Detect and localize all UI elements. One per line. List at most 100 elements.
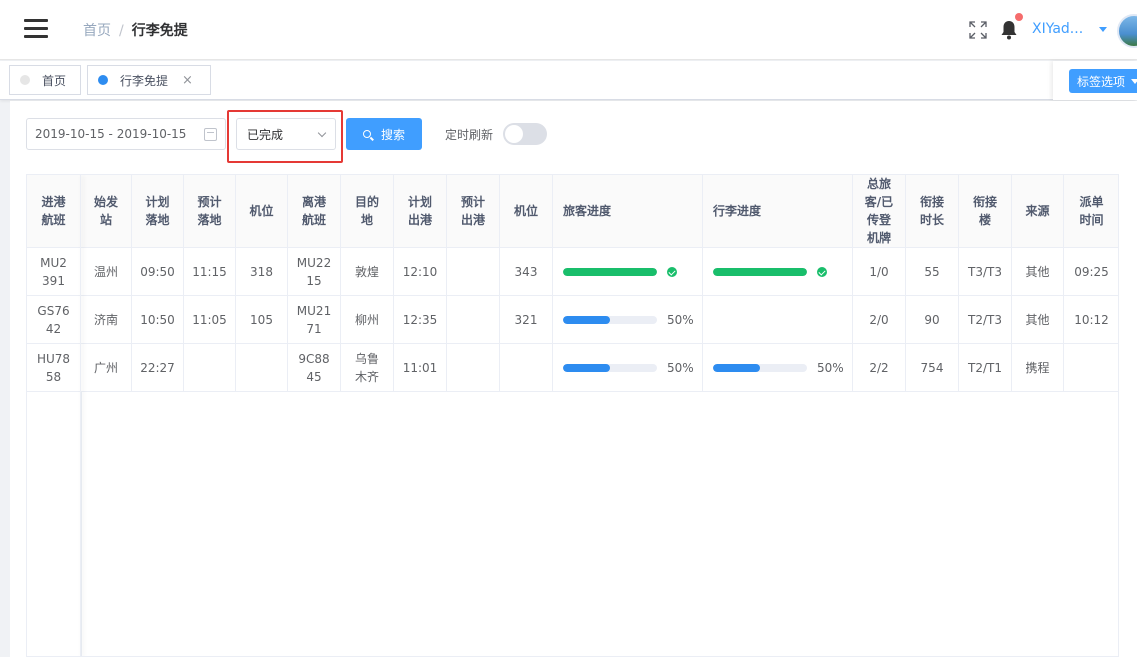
fullscreen-icon[interactable] xyxy=(968,20,988,40)
timer-refresh-switch[interactable] xyxy=(503,123,547,145)
cell-text: 12:35 xyxy=(402,312,438,327)
cell-text: 11:05 xyxy=(192,312,227,327)
cell-text: 其他 xyxy=(1025,264,1050,279)
cell-destination: 敦煌 xyxy=(341,248,394,296)
cell-dispatch-time: 09:25 xyxy=(1064,248,1118,296)
cell-text: HU78 58 xyxy=(36,351,71,384)
cell-text: 10:50 xyxy=(140,312,175,327)
cell-plan-land: 22:27 xyxy=(132,344,184,392)
progress-bar xyxy=(563,363,657,372)
username[interactable]: XIYad... xyxy=(1032,21,1083,37)
cell-text: 计划 出港 xyxy=(407,195,432,227)
cell-text: 携程 xyxy=(1025,360,1050,375)
flight-table: 进港 航班 始发 站 计划 落地 预计 落地 机位 离港 航班 目的 地 计划 出港 预计 出港… xyxy=(26,174,1119,657)
tab-dot-icon xyxy=(98,75,108,85)
status-select[interactable]: 已完成 xyxy=(236,118,336,150)
cell-text: 10:12 xyxy=(1074,312,1109,327)
breadcrumb-current: 行李免提 xyxy=(131,23,188,39)
cell-dispatch-time xyxy=(1064,344,1118,392)
cell-text: 衔接 楼 xyxy=(972,195,997,227)
close-icon[interactable]: × xyxy=(182,73,193,88)
switch-knob xyxy=(505,125,523,143)
bell-icon[interactable] xyxy=(999,19,1019,41)
cell-text: 来源 xyxy=(1025,204,1050,218)
header-pax-progress: 旅客进度 xyxy=(553,175,703,248)
cell-text: 预计 出港 xyxy=(460,195,485,227)
cell-text: 22:27 xyxy=(140,360,175,375)
cell-text: 机位 xyxy=(249,204,274,218)
breadcrumb: 首页 / 行李免提 xyxy=(83,23,188,39)
tab-options-label: 标签选项 xyxy=(1077,74,1126,89)
cell-text: 其他 xyxy=(1025,312,1050,327)
avatar[interactable] xyxy=(1117,14,1137,48)
progress-fill xyxy=(713,267,807,276)
progress-text: 50% xyxy=(667,312,694,327)
cell-conn-terminal: T2/T3 xyxy=(959,296,1012,344)
search-button[interactable]: 搜索 xyxy=(346,118,422,150)
cell-stand-out: 343 xyxy=(500,248,553,296)
cell-stand-out xyxy=(500,344,553,392)
cell-source: 其他 xyxy=(1012,296,1064,344)
cell-text: 11:01 xyxy=(402,360,438,375)
cell-text: 343 xyxy=(514,264,538,279)
cell-text: 计划 落地 xyxy=(145,195,170,227)
cell-text: T2/T3 xyxy=(968,312,1002,327)
cell-pax-progress xyxy=(553,248,703,296)
cell-est-dep xyxy=(447,296,500,344)
top-navbar: 首页 / 行李免提 XIYad... xyxy=(0,0,1137,60)
tags-view: 首页 行李免提 × xyxy=(0,61,1137,100)
header-stand-out: 机位 xyxy=(500,175,553,248)
cell-text: 衔接 时长 xyxy=(919,195,944,227)
cell-plan-dep: 11:01 xyxy=(394,344,447,392)
chevron-down-icon xyxy=(317,128,327,138)
header-conn-time: 衔接 时长 xyxy=(906,175,959,248)
cell-text: 行李进度 xyxy=(713,204,762,218)
cell-text: 321 xyxy=(514,312,538,327)
cell-text: 旅客进度 xyxy=(563,204,612,218)
header-pax-count: 总旅 客/已 传登 机牌 xyxy=(853,175,906,248)
cell-text: 济南 xyxy=(93,312,118,327)
cell-text: 广州 xyxy=(93,360,118,375)
chevron-down-icon xyxy=(1131,78,1137,84)
cell-text: 105 xyxy=(250,312,273,327)
cell-destination: 柳州 xyxy=(341,296,394,344)
notification-badge xyxy=(1015,13,1023,21)
breadcrumb-home[interactable]: 首页 xyxy=(83,23,111,39)
progress-text: 50% xyxy=(667,360,694,375)
cell-stand-out: 321 xyxy=(500,296,553,344)
cell-plan-dep: 12:10 xyxy=(394,248,447,296)
header-plan-dep: 计划 出港 xyxy=(394,175,447,248)
cell-bag-progress xyxy=(703,248,853,296)
cell-text: 派单 时间 xyxy=(1079,195,1104,227)
cell-text: 总旅 客/已 传登 机牌 xyxy=(864,177,894,245)
cell-text: MU2 391 xyxy=(40,255,67,288)
cell-conn-time: 55 xyxy=(906,248,959,296)
user-dropdown-icon[interactable] xyxy=(1099,27,1107,32)
cell-plan-land: 10:50 xyxy=(132,296,184,344)
cell-text: 温州 xyxy=(93,264,118,279)
progress-bar xyxy=(563,315,657,324)
header-conn-terminal: 衔接 楼 xyxy=(959,175,1012,248)
header-destination: 目的 地 xyxy=(341,175,394,248)
cell-stand-in xyxy=(236,344,288,392)
tab-home[interactable]: 首页 xyxy=(9,65,81,95)
hamburger-menu-icon[interactable] xyxy=(24,19,48,39)
tab-baggage[interactable]: 行李免提 × xyxy=(87,65,211,95)
cell-text: MU22 15 xyxy=(296,255,332,288)
cell-origin: 济南 xyxy=(81,296,132,344)
cell-plan-land: 09:50 xyxy=(132,248,184,296)
header-origin: 始发 站 xyxy=(81,175,132,248)
cell-pax-count: 1/0 xyxy=(853,248,906,296)
calendar-icon xyxy=(204,128,217,141)
header-bag-progress: 行李进度 xyxy=(703,175,853,248)
cell-pax-progress: 50% xyxy=(553,344,703,392)
cell-text: 机位 xyxy=(513,204,538,218)
cell-est-dep xyxy=(447,344,500,392)
cell-text: 2/0 xyxy=(869,312,889,327)
header-est-land: 预计 落地 xyxy=(184,175,236,248)
cell-text: 预计 落地 xyxy=(197,195,222,227)
search-button-label: 搜索 xyxy=(380,127,405,142)
date-range-picker[interactable]: 2019-10-15 - 2019-10-15 xyxy=(26,118,226,150)
cell-out-flight: 9C88 45 xyxy=(288,344,341,392)
tab-options-button[interactable]: 标签选项 xyxy=(1069,69,1137,93)
